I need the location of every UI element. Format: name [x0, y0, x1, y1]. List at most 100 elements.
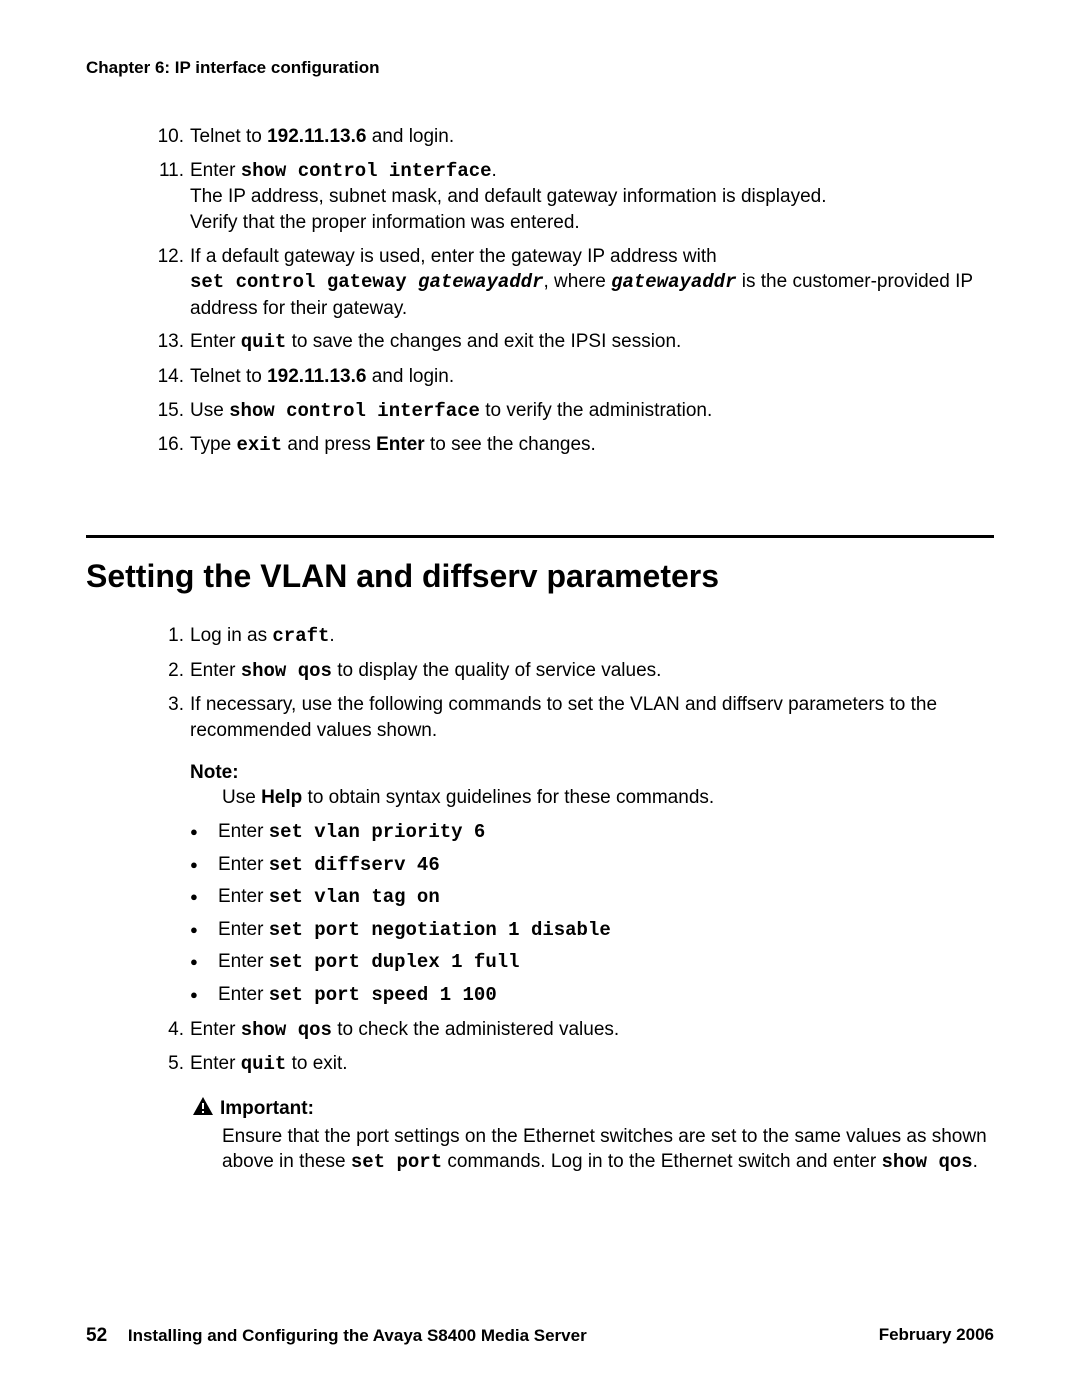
step-text: Telnet to [190, 126, 267, 147]
step-text: Enter [190, 160, 241, 181]
note-text: to obtain syntax guidelines for these co… [302, 787, 714, 808]
footer-date: February 2006 [879, 1325, 994, 1347]
procedure-b-list: 1. Log in as craft. 2. Enter show qos to… [154, 623, 994, 744]
bullet-text: Enter [218, 854, 269, 875]
command-text: craft [272, 625, 329, 647]
command-text: set port negotiation 1 disable [269, 919, 611, 941]
note-label: Note: [190, 760, 994, 786]
command-text: show qos [241, 660, 332, 682]
command-text: show qos [881, 1151, 972, 1173]
step-text: to check the administered values. [332, 1019, 619, 1040]
step-15: 15. Use show control interface to verify… [154, 398, 994, 425]
step-16: 16. Type exit and press Enter to see the… [154, 432, 994, 459]
step-number: 1. [154, 623, 184, 649]
command-text: set port speed 1 100 [269, 984, 497, 1006]
note-text: Use [222, 787, 261, 808]
ip-address: 192.11.13.6 [267, 126, 366, 147]
step-text: and login. [366, 126, 454, 147]
step-b1: 1. Log in as craft. [154, 623, 994, 650]
command-text: set port [351, 1151, 442, 1173]
step-text: If necessary, use the following commands… [190, 694, 937, 741]
step-number: 4. [154, 1017, 184, 1043]
command-text: set diffserv 46 [269, 854, 440, 876]
step-text: Enter [190, 1053, 241, 1074]
step-text: to display the quality of service values… [332, 660, 662, 681]
step-number: 15. [154, 398, 184, 424]
bullet-item: Enter set port negotiation 1 disable [190, 917, 994, 944]
step-b2: 2. Enter show qos to display the quality… [154, 658, 994, 685]
command-text: exit [236, 434, 282, 456]
command-text: show qos [241, 1019, 332, 1041]
step-11: 11. Enter show control interface. The IP… [154, 158, 994, 236]
step-10: 10. Telnet to 192.11.13.6 and login. [154, 124, 994, 150]
step-number: 11. [154, 158, 184, 184]
step-text: to exit. [286, 1053, 347, 1074]
step-text: Enter [190, 660, 241, 681]
command-text: show control interface [241, 160, 492, 182]
bullet-text: Enter [218, 919, 269, 940]
warning-icon [192, 1096, 214, 1124]
ip-address: 192.11.13.6 [267, 366, 366, 387]
step-b3: 3. If necessary, use the following comma… [154, 692, 994, 743]
command-text: set vlan tag on [269, 886, 440, 908]
step-number: 2. [154, 658, 184, 684]
procedure-a-list: 10. Telnet to 192.11.13.6 and login. 11.… [154, 124, 994, 459]
bullet-text: Enter [218, 821, 269, 842]
important-label: Important: [220, 1098, 314, 1119]
step-number: 3. [154, 692, 184, 718]
footer-title: Installing and Configuring the Avaya S84… [128, 1326, 587, 1345]
step-text: If a default gateway is used, enter the … [190, 246, 717, 267]
step-number: 16. [154, 432, 184, 458]
important-heading: Important: [222, 1096, 994, 1124]
bullet-list: Enter set vlan priority 6 Enter set diff… [190, 819, 994, 1009]
bullet-item: Enter set port speed 1 100 [190, 982, 994, 1009]
command-text: show control interface [229, 400, 480, 422]
step-text: . [492, 160, 497, 181]
step-number: 5. [154, 1051, 184, 1077]
bullet-item: Enter set port duplex 1 full [190, 949, 994, 976]
command-text: quit [241, 1053, 287, 1075]
step-text: to save the changes and exit the IPSI se… [286, 331, 681, 352]
key-name: Enter [376, 434, 425, 455]
step-text: Log in as [190, 625, 272, 646]
step-text: and press [282, 434, 376, 455]
step-number: 13. [154, 329, 184, 355]
important-block: Important: Ensure that the port settings… [222, 1096, 994, 1176]
page-number: 52 [86, 1325, 107, 1346]
step-text: The IP address, subnet mask, and default… [190, 186, 827, 207]
command-text: set vlan priority 6 [269, 821, 486, 843]
section-divider [86, 535, 994, 538]
step-text: Enter [190, 331, 241, 352]
bullet-item: Enter set diffserv 46 [190, 852, 994, 879]
step-text: Verify that the proper information was e… [190, 212, 580, 233]
step-number: 14. [154, 364, 184, 390]
note-block: Note: Use Help to obtain syntax guidelin… [154, 760, 994, 811]
step-number: 12. [154, 244, 184, 270]
step-number: 10. [154, 124, 184, 150]
command-text: set control gateway [190, 271, 418, 293]
page-footer: 52 Installing and Configuring the Avaya … [86, 1325, 994, 1347]
command-text: set port duplex 1 full [269, 951, 520, 973]
step-b4: 4. Enter show qos to check the administe… [154, 1017, 994, 1044]
step-text: Type [190, 434, 236, 455]
bullet-item: Enter set vlan priority 6 [190, 819, 994, 846]
step-b5: 5. Enter quit to exit. [154, 1051, 994, 1078]
step-text: to verify the administration. [480, 400, 712, 421]
section-heading: Setting the VLAN and diffserv parameters [86, 558, 994, 595]
chapter-header: Chapter 6: IP interface configuration [86, 58, 994, 78]
bullet-text: Enter [218, 951, 269, 972]
note-body: Use Help to obtain syntax guidelines for… [222, 785, 994, 811]
bullet-text: Enter [218, 886, 269, 907]
step-text: Telnet to [190, 366, 267, 387]
important-text: . [973, 1151, 978, 1172]
variable-text: gatewayaddr [418, 271, 543, 293]
procedure-b-list-cont: 4. Enter show qos to check the administe… [154, 1017, 994, 1078]
step-text: to see the changes. [425, 434, 596, 455]
step-text: Enter [190, 1019, 241, 1040]
bullet-text: Enter [218, 984, 269, 1005]
important-text: commands. Log in to the Ethernet switch … [442, 1151, 881, 1172]
step-text: . [329, 625, 334, 646]
step-12: 12. If a default gateway is used, enter … [154, 244, 994, 322]
step-text: and login. [366, 366, 454, 387]
variable-text: gatewayaddr [611, 271, 736, 293]
